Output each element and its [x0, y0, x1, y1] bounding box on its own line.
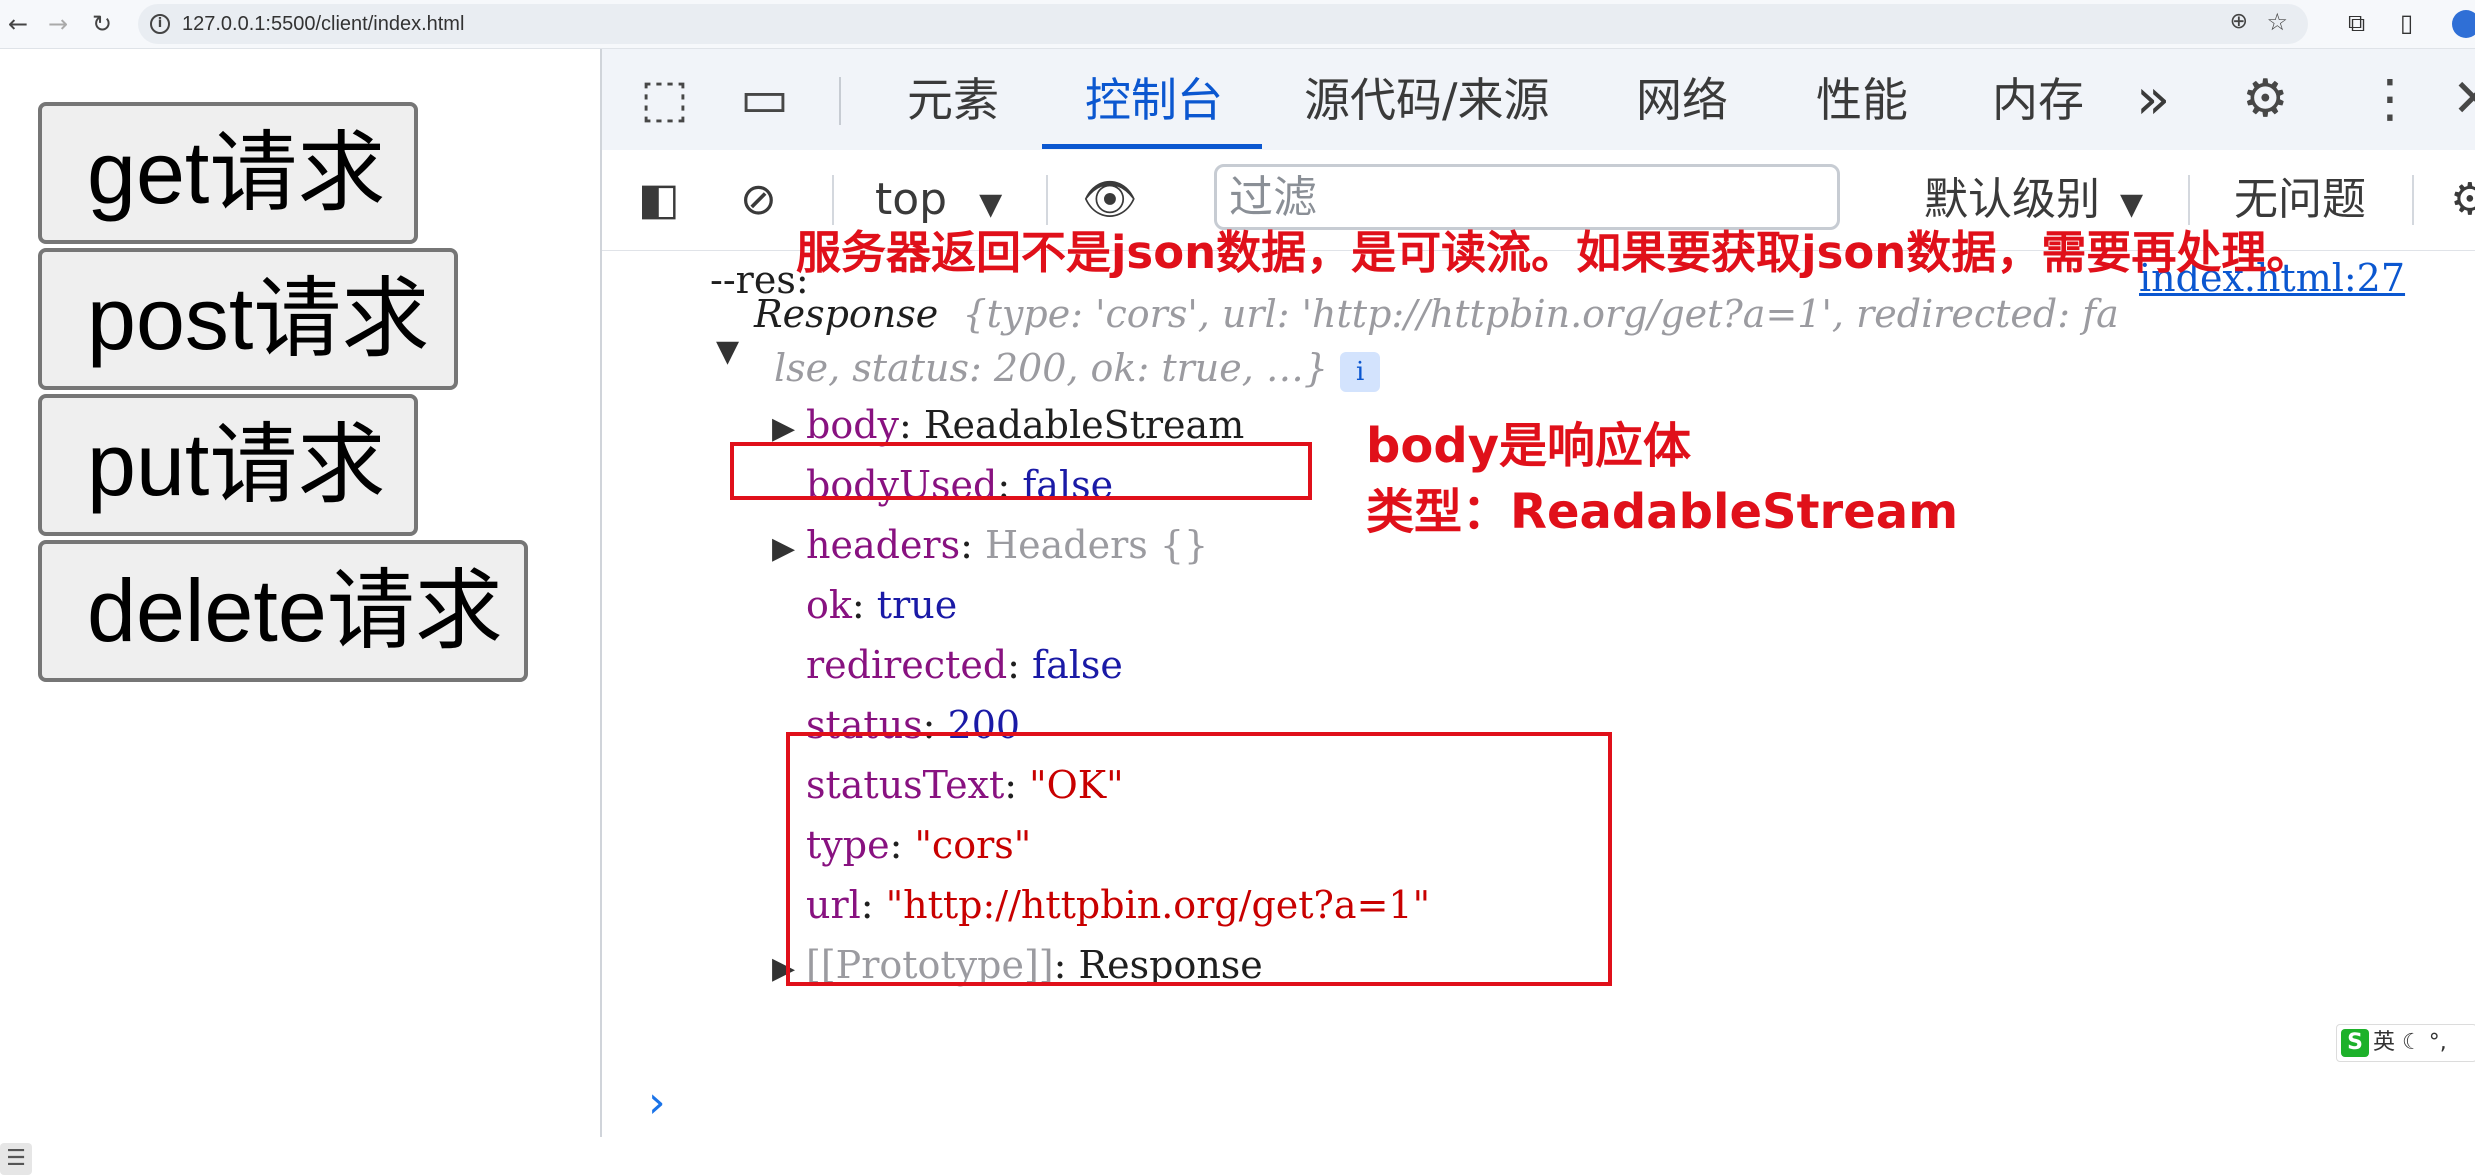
live-expression-eye-icon[interactable]: 👁 — [1082, 170, 1138, 230]
prop-row[interactable]: ▶ headers: Headers {} — [772, 518, 1208, 576]
moon-icon: ☾ — [2402, 1030, 2422, 1055]
expand-triangle-icon[interactable]: ▶ — [772, 522, 806, 576]
back-arrow-icon[interactable]: ← — [0, 6, 36, 42]
settings-gear-icon[interactable]: ⚙ — [2242, 69, 2289, 129]
profile-avatar-icon[interactable] — [2452, 10, 2475, 38]
delete-request-button[interactable]: delete请求 — [38, 540, 528, 682]
get-request-button[interactable]: get请求 — [38, 102, 418, 244]
annotation-top-note: 服务器返回不是json数据，是可读流。如果要获取json数据，需要再处理。 — [796, 226, 2312, 279]
tab-network[interactable]: 网络 — [1636, 69, 1728, 131]
toolbar-divider — [2188, 175, 2190, 225]
device-toolbar-icon[interactable]: ▭ — [740, 69, 789, 129]
tab-memory[interactable]: 内存 — [1992, 69, 2084, 131]
console-settings-gear-icon[interactable]: ⚙ — [2450, 170, 2475, 230]
post-request-button[interactable]: post请求 — [38, 248, 458, 390]
inspect-element-icon[interactable]: ⬚ — [640, 69, 689, 129]
log-level-label: 默认级别 — [1924, 174, 2100, 225]
reload-icon[interactable]: ↻ — [84, 6, 120, 42]
zoom-icon[interactable]: ⊕ — [2230, 9, 2248, 34]
response-summary-continued: lse, status: 200, ok: true, …} i — [774, 341, 1381, 395]
filter-input[interactable]: 过滤 — [1214, 164, 1840, 230]
annotation-body-note-2: 类型：ReadableStream — [1366, 484, 1959, 540]
response-summary[interactable]: ▼Response {type: 'cors', url: 'http://ht… — [716, 287, 2119, 369]
tab-console[interactable]: 控制台 — [1085, 69, 1223, 131]
forward-arrow-icon[interactable]: → — [40, 6, 76, 42]
expand-triangle-icon[interactable]: ▼ — [716, 325, 750, 379]
console-prompt-icon[interactable]: › — [648, 1077, 666, 1128]
highlight-status-box — [786, 732, 1612, 986]
browser-toolbar: ← → ↻ i 127.0.0.1:5500/client/index.html… — [0, 0, 2475, 49]
console-output: --res: index.html:27 ▼Response {type: 'c… — [602, 251, 2475, 1137]
tab-divider — [839, 77, 841, 125]
close-devtools-icon[interactable]: ✕ — [2452, 69, 2475, 129]
tab-elements[interactable]: 元素 — [907, 69, 999, 131]
sidebar-toggle-icon[interactable]: ◧ — [638, 170, 680, 230]
highlight-body-box — [730, 442, 1312, 500]
web-page: get请求 post请求 put请求 delete请求 ☰ — [0, 49, 600, 1175]
toolbar-divider — [832, 175, 834, 225]
chevron-down-icon: ▼ — [979, 187, 1003, 222]
bookmark-star-icon[interactable]: ☆ — [2266, 8, 2288, 36]
list-icon[interactable]: ☰ — [0, 1143, 32, 1175]
address-bar[interactable]: i 127.0.0.1:5500/client/index.html ⊕ ☆ — [138, 4, 2308, 44]
devtools-tab-bar: ⬚ ▭ 元素 控制台 源代码/来源 网络 性能 内存 » ⚙ ⋮ ✕ — [602, 49, 2475, 151]
address-url[interactable]: 127.0.0.1:5500/client/index.html — [182, 11, 464, 37]
put-request-button[interactable]: put请求 — [38, 394, 418, 536]
chevron-down-icon: ▼ — [2120, 187, 2144, 222]
more-options-icon[interactable]: ⋮ — [2364, 69, 2416, 129]
annotation-body-note-1: body是响应体 — [1366, 418, 1691, 474]
extensions-icon[interactable]: ⧉ — [2348, 8, 2365, 38]
tab-performance[interactable]: 性能 — [1816, 69, 1908, 131]
more-tabs-icon[interactable]: » — [2136, 69, 2170, 131]
tab-sources[interactable]: 源代码/来源 — [1304, 69, 1550, 131]
issues-counter[interactable]: 无问题 — [2234, 170, 2366, 230]
active-tab-indicator — [1042, 144, 1262, 149]
filter-placeholder: 过滤 — [1229, 172, 1317, 223]
site-info-icon[interactable]: i — [150, 14, 170, 34]
toolbar-divider — [2412, 175, 2414, 225]
toolbar-divider — [1046, 175, 1048, 225]
prop-row: ok: true — [806, 583, 958, 627]
context-label: top — [875, 174, 948, 225]
punctuation-icon: °, — [2428, 1030, 2447, 1055]
ime-indicator[interactable]: S英 ☾ °, — [2336, 1024, 2475, 1062]
info-badge-icon[interactable]: i — [1340, 351, 1381, 392]
prop-row: redirected: false — [806, 643, 1123, 687]
side-panel-icon[interactable]: ▯ — [2400, 8, 2413, 38]
clear-console-icon[interactable]: ⊘ — [740, 170, 777, 230]
ime-logo-icon: S — [2341, 1029, 2369, 1057]
